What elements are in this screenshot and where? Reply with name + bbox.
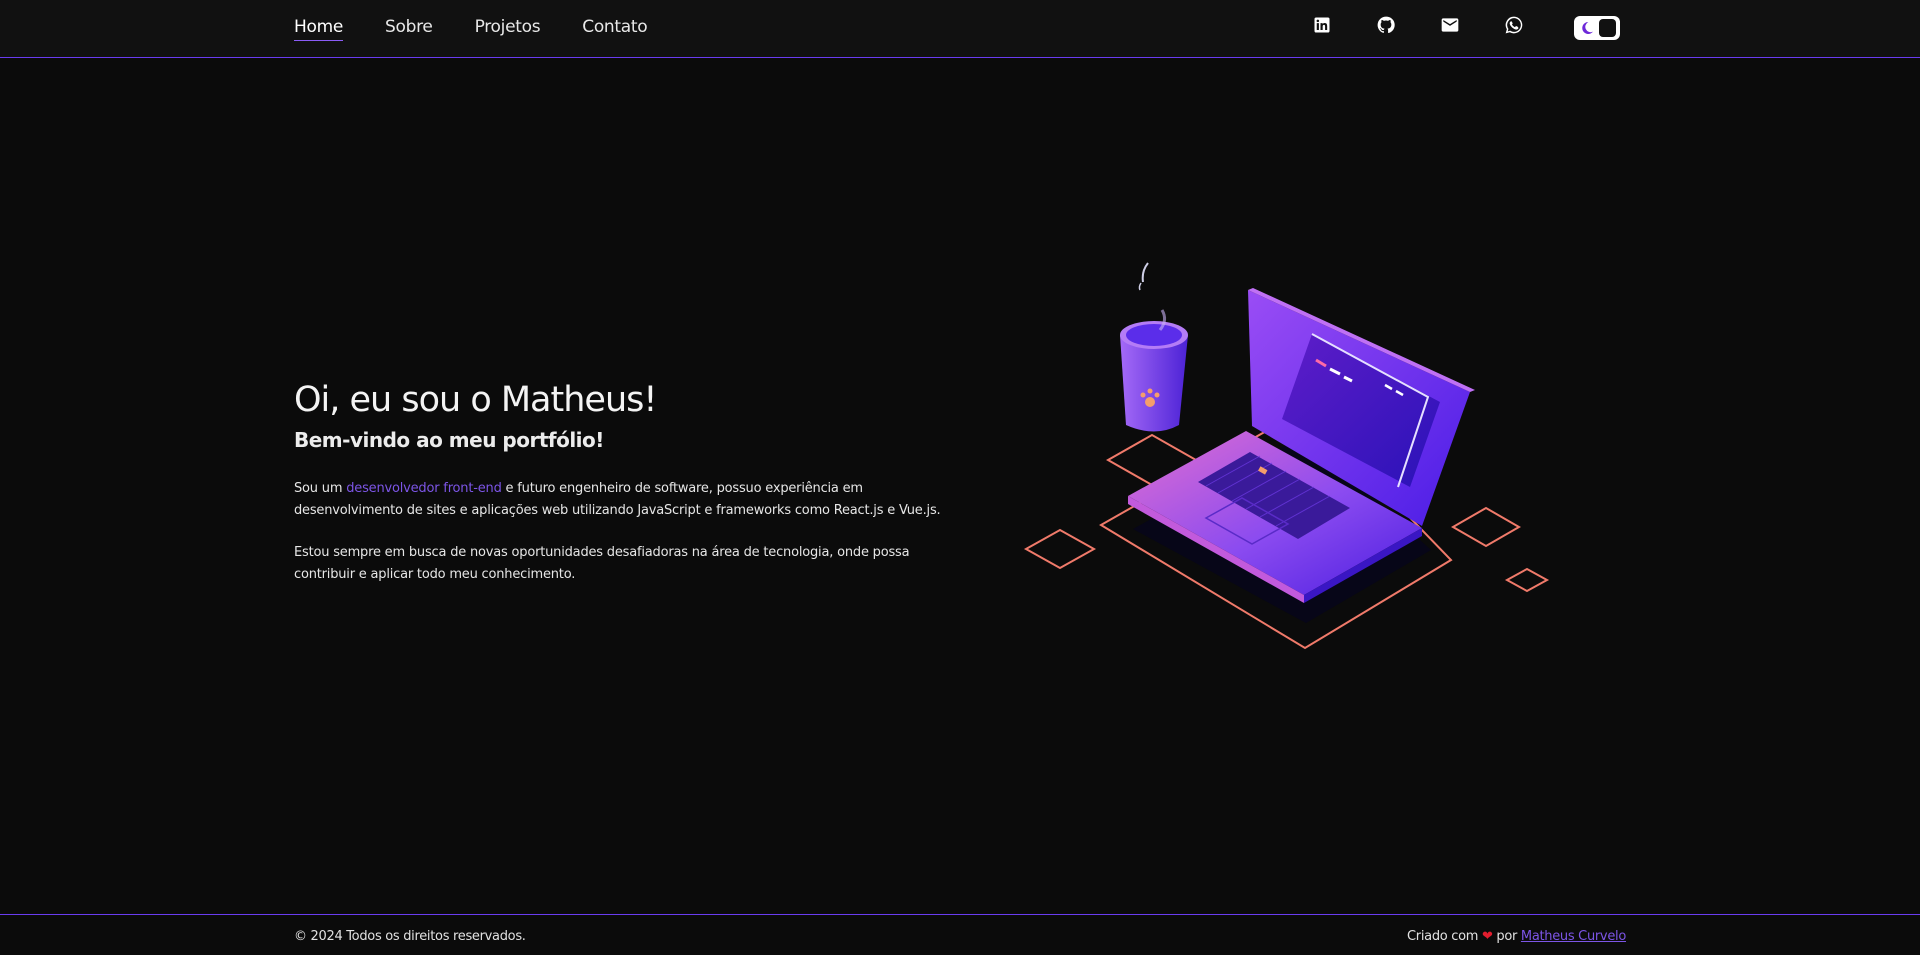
copyright-text: © 2024 Todos os direitos reservados. [294,929,526,944]
mail-icon[interactable] [1439,14,1461,36]
social-links [1311,14,1567,36]
nav-sobre[interactable]: Sobre [385,17,433,40]
author-link[interactable]: Matheus Curvelo [1521,929,1626,944]
goals-paragraph: Estou sempre em busca de novas oportunid… [294,545,910,582]
credit-prefix: Criado com [1407,929,1479,944]
nav-home[interactable]: Home [294,17,343,41]
site-header: Home Sobre Projetos Contato [0,0,1920,58]
coffee-cup [1120,262,1188,432]
heart-icon: ❤ [1481,929,1493,944]
hero-subtitle: Bem-vindo ao meu portfólio! [294,428,604,452]
theme-toggle[interactable] [1574,16,1620,40]
whatsapp-icon[interactable] [1503,14,1525,36]
credit-text: Criado com ❤ por Matheus Curvelo [1407,929,1626,944]
moon-icon [1582,21,1593,34]
nav-projetos[interactable]: Projetos [475,17,541,40]
toggle-knob [1599,19,1616,37]
laptop-coffee-illustration [1023,262,1550,650]
hero-title: Oi, eu sou o Matheus! [294,380,657,420]
credit-middle: por [1496,929,1518,944]
intro-text-start: Sou um [294,481,347,496]
github-icon[interactable] [1375,14,1397,36]
site-footer: © 2024 Todos os direitos reservados. Cri… [0,914,1920,955]
hero-section: Oi, eu sou o Matheus! Bem-vindo ao meu p… [294,380,954,606]
role-highlight: desenvolvedor front-end [346,481,502,496]
main-nav: Home Sobre Projetos Contato [294,0,689,57]
nav-contato[interactable]: Contato [582,17,647,40]
intro-paragraph: Sou um desenvolvedor front-end e futuro … [294,478,954,521]
linkedin-icon[interactable] [1311,14,1333,36]
